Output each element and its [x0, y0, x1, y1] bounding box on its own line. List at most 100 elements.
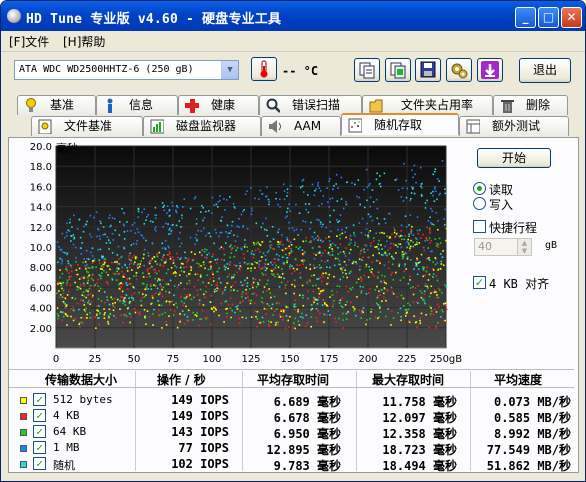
data-point — [99, 312, 101, 315]
tab-random-access[interactable]: 随机存取 — [341, 113, 459, 135]
data-point — [105, 271, 108, 273]
tab-health[interactable]: 健康 — [178, 95, 259, 115]
short-stroke-spinner[interactable]: 40 ▲ ▼ — [474, 238, 532, 256]
data-point — [402, 256, 405, 258]
y-tick-label: 16.0 — [30, 182, 52, 193]
data-point — [109, 313, 111, 316]
series-checkbox[interactable]: ✓ — [33, 393, 46, 406]
data-point — [66, 324, 68, 326]
copy-info-button[interactable] — [354, 58, 380, 82]
data-point — [313, 253, 315, 255]
data-point — [76, 286, 79, 288]
data-point — [423, 300, 426, 303]
title-bar[interactable]: HD Tune 专业版 v4.60 - 硬盘专业工具 _ □ ✕ — [1, 1, 585, 31]
data-point — [264, 254, 267, 257]
download-button[interactable] — [477, 58, 503, 82]
read-radio[interactable] — [473, 182, 486, 195]
exit-button[interactable]: 退出 — [519, 58, 571, 83]
data-point — [155, 226, 157, 228]
align-4kb-checkbox[interactable]: ✓ — [473, 276, 486, 289]
tab-benchmark[interactable]: 基准 — [17, 95, 96, 115]
start-button[interactable]: 开始 — [477, 148, 551, 168]
data-point — [371, 268, 373, 270]
spinner-arrows-icon[interactable]: ▲ ▼ — [517, 239, 531, 255]
data-point — [137, 216, 140, 218]
data-point — [87, 267, 90, 269]
options-button[interactable] — [446, 58, 472, 82]
data-point — [228, 273, 231, 276]
data-point — [159, 283, 161, 286]
data-point — [403, 305, 405, 307]
series-color-swatch — [20, 445, 27, 452]
data-point — [145, 239, 147, 242]
data-point — [344, 231, 346, 233]
data-point — [122, 300, 125, 302]
data-point — [202, 304, 205, 306]
series-checkbox[interactable]: ✓ — [33, 425, 46, 438]
data-point — [377, 295, 379, 297]
data-point — [345, 201, 347, 203]
data-point — [128, 283, 130, 285]
data-point — [61, 232, 64, 235]
data-point — [85, 290, 88, 292]
data-point — [162, 206, 164, 208]
short-stroke-checkbox[interactable] — [473, 220, 486, 233]
data-point — [348, 243, 350, 246]
data-point — [376, 302, 378, 305]
drive-select[interactable]: ATA WDC WD2500HHTZ-6 (250 gB) ▼ — [14, 60, 239, 80]
tab-file-benchmark[interactable]: 文件基准 — [31, 116, 143, 136]
tab-extra-tests[interactable]: 额外测试 — [459, 116, 569, 136]
data-point — [342, 271, 344, 274]
save-button[interactable] — [415, 58, 441, 82]
data-point — [432, 173, 435, 176]
series-checkbox[interactable]: ✓ — [33, 409, 46, 422]
minimize-button[interactable]: _ — [515, 7, 536, 28]
data-point — [169, 227, 171, 230]
tab-error-scan[interactable]: 错误扫描 — [259, 95, 362, 115]
data-point — [314, 237, 317, 239]
series-checkbox[interactable]: ✓ — [33, 457, 46, 470]
tab-folder-usage[interactable]: 文件夹占用率 — [362, 95, 493, 115]
tab-delete[interactable]: 删除 — [493, 95, 568, 115]
chevron-down-icon[interactable]: ▼ — [221, 61, 238, 79]
data-point — [286, 188, 289, 190]
data-point — [266, 283, 268, 285]
data-point — [214, 228, 217, 231]
data-point — [337, 221, 339, 223]
tab-aam[interactable]: AAM — [261, 116, 341, 136]
data-point — [66, 281, 68, 284]
close-button[interactable]: ✕ — [561, 7, 582, 28]
data-point — [286, 215, 288, 217]
copy-screenshot-button[interactable] — [385, 58, 411, 82]
data-point — [156, 263, 158, 265]
data-point — [442, 264, 445, 267]
data-point — [80, 299, 82, 301]
tab-info[interactable]: 信息 — [96, 95, 178, 115]
data-point — [262, 291, 264, 293]
data-point — [117, 245, 120, 248]
data-point — [74, 281, 76, 284]
row-max: 18.494 毫秒 — [382, 459, 457, 473]
maximize-button[interactable]: □ — [538, 7, 559, 28]
write-radio[interactable] — [473, 197, 486, 210]
tab-disk-monitor[interactable]: 磁盘监视器 — [143, 116, 261, 136]
data-point — [400, 294, 403, 297]
data-point — [410, 239, 412, 242]
data-point — [383, 292, 385, 295]
data-point — [339, 237, 341, 240]
data-point — [173, 272, 175, 274]
data-point — [70, 235, 72, 237]
data-point — [392, 258, 395, 260]
menu-file[interactable]: [F]文件 — [9, 33, 49, 50]
data-point — [177, 238, 180, 240]
data-point — [224, 300, 226, 303]
temperature-button[interactable] — [251, 57, 277, 81]
data-point — [410, 228, 412, 231]
menu-help[interactable]: [H]帮助 — [63, 33, 105, 50]
data-point — [320, 266, 323, 269]
series-checkbox[interactable]: ✓ — [33, 441, 46, 454]
gears-icon — [451, 63, 468, 79]
menu-bar: [F]文件 [H]帮助 — [1, 31, 585, 50]
data-point — [98, 235, 101, 237]
data-point — [444, 223, 446, 226]
